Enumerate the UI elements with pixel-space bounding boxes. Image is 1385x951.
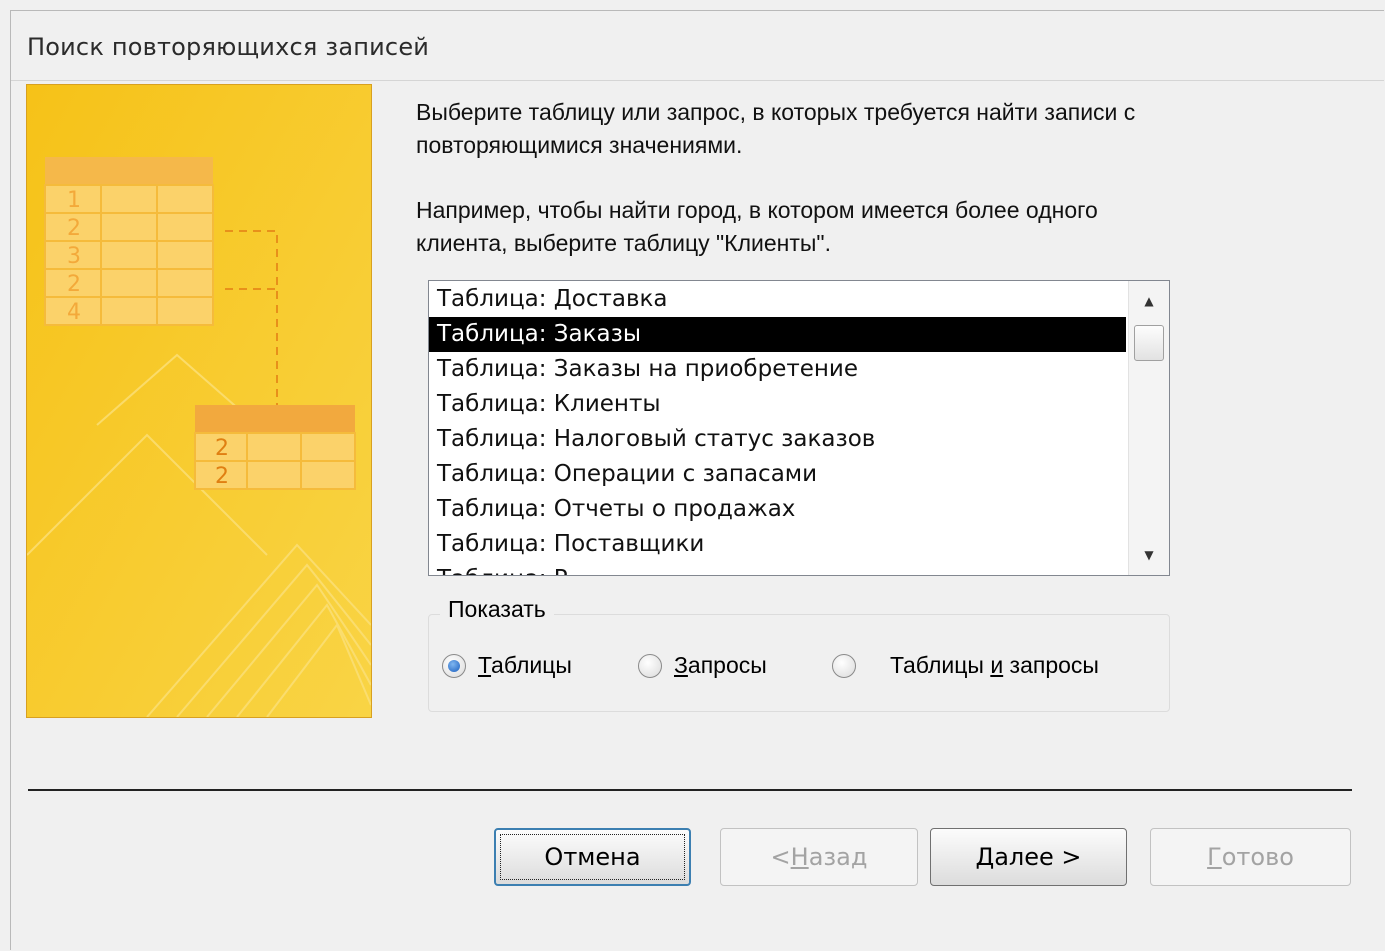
scroll-down-icon[interactable]: ▼ [1129,537,1169,573]
radio-label: Запросы [674,652,767,678]
instruction-text: Выберите таблицу или запрос, в которых т… [416,96,1316,162]
top-table-num: 2 [67,216,81,241]
title-divider [11,80,1384,81]
radio-tables[interactable]: Таблицы [442,652,572,679]
next-button[interactable]: Далее > [930,828,1127,886]
scroll-up-icon[interactable]: ▲ [1129,283,1169,319]
example-line: клиента, выберите таблицу "Клиенты". [416,230,831,256]
top-table-num: 1 [67,188,81,213]
dialog-title: Поиск повторяющихся записей [27,33,430,61]
bottom-table-num: 2 [215,464,229,489]
instruction-line: Выберите таблицу или запрос, в которых т… [416,99,1136,125]
top-table-num: 3 [67,244,81,269]
top-table-num: 4 [67,300,81,325]
cancel-button[interactable]: Отмена [494,828,691,886]
radio-queries[interactable]: Запросы [638,652,767,679]
instruction-line: повторяющимися значениями. [416,132,743,158]
radio-tables-and-queries[interactable]: Таблицы и запросы [832,652,1099,679]
radio-checked-icon[interactable] [442,653,466,678]
list-item[interactable]: Таблица: Р... [429,562,1126,575]
radio-unchecked-icon[interactable] [832,653,856,678]
example-line: Например, чтобы найти город, в котором и… [416,197,1098,223]
list-scrollbar[interactable]: ▲ ▼ [1128,281,1169,575]
bottom-table-num: 2 [215,436,229,461]
list-item[interactable]: Таблица: Заказы на приобретение [429,352,1126,387]
show-group-label: Показать [440,596,554,623]
back-button[interactable]: < Назад [720,828,918,886]
list-item[interactable]: Таблица: Доставка [429,282,1126,317]
list-item[interactable]: Таблица: Операции с запасами [429,457,1126,492]
list-item[interactable]: Таблица: Поставщики [429,527,1126,562]
top-table-num: 2 [67,272,81,297]
list-item[interactable]: Таблица: Отчеты о продажах [429,492,1126,527]
radio-label: Таблицы [478,652,572,678]
finish-button[interactable]: Готово [1150,828,1351,886]
radio-label: Таблицы и запросы [890,652,1099,678]
radio-unchecked-icon[interactable] [638,653,662,678]
button-separator [28,789,1352,791]
list-item-selected[interactable]: Таблица: Заказы [429,317,1126,352]
list-item[interactable]: Таблица: Налоговый статус заказов [429,422,1126,457]
table-query-listbox[interactable]: Таблица: Доставка Таблица: Заказы Таблиц… [428,280,1170,576]
list-item[interactable]: Таблица: Клиенты [429,387,1126,422]
wizard-illustration: 1 2 3 2 4 2 2 [26,84,372,718]
scroll-thumb[interactable] [1134,325,1164,361]
example-text: Например, чтобы найти город, в котором и… [416,194,1316,260]
